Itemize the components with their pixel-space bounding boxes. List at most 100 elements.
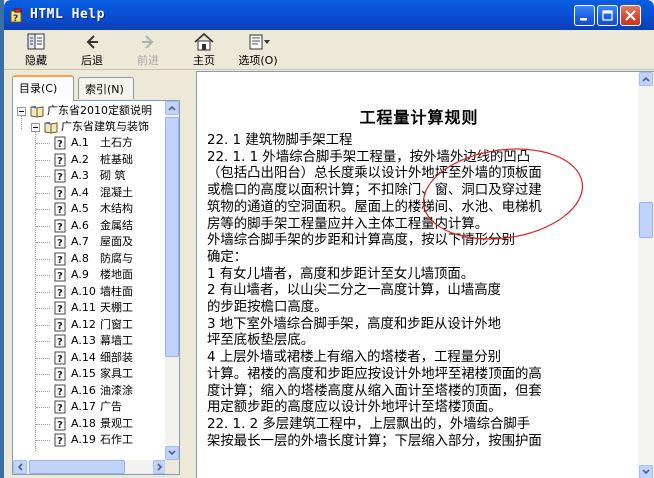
title-bar[interactable]: ? HTML Help [4, 0, 654, 30]
close-icon [625, 10, 636, 21]
svg-text:?: ? [57, 420, 63, 431]
tab-index-label: 索引(N) [85, 83, 124, 96]
tree-connector [36, 143, 50, 144]
contents-tree: 广东省2010定额说明 广东省建筑与装饰 ? A.1 土石方? A.2 桩基础? A.3 砌… [13, 101, 167, 460]
tree-vertical-scrollbar[interactable] [165, 101, 179, 460]
svg-text:?: ? [57, 156, 63, 167]
content-pane: 工程量计算规则 22. 1 建筑物脚手架工程 22. 1. 1 外墙综合脚手架工程… [196, 71, 654, 478]
options-label: 选项(O) [238, 54, 278, 67]
tree-item-code: A.12 [71, 317, 96, 331]
tree-connector [36, 407, 50, 408]
minimize-button[interactable] [574, 5, 595, 26]
help-page-icon: ? [54, 252, 66, 266]
tree-connector [36, 209, 50, 210]
scroll-left-button[interactable] [13, 460, 27, 474]
tree-item-label: 金属结 [100, 218, 133, 232]
svg-text:?: ? [57, 321, 63, 332]
svg-text:?: ? [57, 172, 63, 183]
tree-item-code: A.17 [71, 400, 96, 413]
document-line: 1 有女儿墙者，高度和步距计至女儿墙顶面。 [207, 266, 475, 282]
hide-button[interactable]: 隐藏 [18, 32, 54, 68]
tree-connector [36, 341, 50, 342]
tab-index[interactable]: 索引(N) [78, 77, 134, 99]
tree-item-label: 土石方 [100, 136, 133, 149]
home-button[interactable]: 主页 [186, 32, 222, 68]
tree-item-code: A.5 [71, 202, 89, 215]
chevron-down-icon [642, 469, 650, 475]
help-page-icon: ? [54, 268, 66, 282]
tree-item-label: 门窗工 [100, 317, 133, 331]
tree-horizontal-scrollbar[interactable] [13, 460, 167, 474]
scroll-down-button[interactable] [639, 465, 653, 478]
tree-item-label: 细部装 [100, 350, 133, 364]
tab-contents[interactable]: 目录(C) [12, 75, 74, 101]
scroll-thumb[interactable] [639, 202, 653, 238]
content-vertical-scrollbar[interactable] [638, 72, 654, 478]
hide-label: 隐藏 [25, 54, 47, 67]
forward-arrow-icon [142, 35, 154, 49]
document-line: 的步距按檐口高度。 [207, 300, 328, 315]
options-button[interactable]: 选项(O) [230, 32, 286, 68]
forward-button[interactable]: 前进 [130, 32, 166, 68]
collapse-icon[interactable] [31, 123, 40, 132]
scrollbar-corner [165, 460, 179, 474]
page-title: 工程量计算规则 [359, 108, 479, 127]
contents-tree-panel: 广东省2010定额说明 广东省建筑与装饰 ? A.1 土石方? A.2 桩基础? A.3 砌… [12, 100, 180, 475]
navigation-pane: 目录(C) 索引(N) 广东省2010定额说明 广东省建筑与装饰 ? A.1 土… [4, 71, 188, 478]
minimize-icon [580, 18, 587, 21]
tree-item-code: A.14 [71, 350, 96, 364]
tree-connector [36, 308, 50, 309]
tree-item-code: A.13 [71, 334, 96, 347]
document-line: 坪至底板垫层底。 [207, 333, 315, 349]
document-line: 度计算；缩入的塔楼高度从缩入面计至塔楼的顶面，但套 [207, 383, 542, 399]
chevron-left-icon [17, 463, 23, 471]
scroll-thumb[interactable] [165, 117, 179, 357]
chevron-up-icon [168, 105, 176, 111]
back-arrow-icon [86, 35, 98, 49]
tree-connector [36, 225, 50, 227]
tree-connector [36, 324, 50, 326]
help-page-icon: ? [54, 169, 66, 183]
svg-text:?: ? [57, 354, 63, 365]
svg-text:?: ? [57, 304, 63, 315]
svg-text:?: ? [57, 205, 63, 216]
tree-connector [36, 423, 50, 425]
tree-item-code: A.6 [71, 218, 89, 232]
tree-item-code: A.4 [71, 185, 89, 199]
tree-item-label: 砌 筑 [100, 169, 126, 182]
tree-item-label: 幕墙工 [100, 334, 133, 347]
tree-item-code: A.3 [71, 169, 89, 182]
scroll-up-button[interactable] [639, 72, 653, 86]
tree-item-label: 广东省2010定额说明 [47, 104, 152, 117]
tree-item-label: 广东省建筑与装饰 [61, 120, 149, 133]
document-content: 工程量计算规则 22. 1 建筑物脚手架工程 22. 1. 1 外墙综合脚手架工程… [207, 72, 631, 478]
book-open-icon [30, 106, 44, 118]
scroll-thumb[interactable] [29, 460, 125, 474]
maximize-button[interactable] [597, 5, 618, 26]
annotation-ellipse [422, 148, 584, 240]
scroll-down-button[interactable] [165, 446, 179, 460]
help-page-icon: ? [54, 202, 66, 216]
close-button[interactable] [620, 5, 641, 26]
pane-splitter[interactable] [188, 71, 196, 478]
document-line: 计算。裙楼的高度和步距应按设计外地坪至裙楼顶面的高 [207, 366, 542, 382]
back-button[interactable]: 后退 [74, 32, 110, 68]
tree-connector [36, 374, 50, 375]
tree-item-label: 防腐与 [100, 251, 133, 265]
document-line: 3 地下室外墙综合脚手架，高度和步距从设计外地 [207, 316, 501, 332]
svg-text:?: ? [57, 337, 63, 348]
help-page-icon: ? [54, 433, 66, 447]
svg-text:?: ? [57, 139, 63, 150]
tree-item-label: 桩基础 [100, 152, 133, 166]
tree-item-code: A.9 [71, 268, 89, 281]
tree-item-label: 石作工 [100, 433, 133, 446]
chevron-up-icon [642, 76, 650, 82]
tree-item-label: 楼地面 [100, 268, 133, 281]
tree-item-label: 天棚工 [100, 301, 133, 314]
tree-item-code: A.8 [71, 251, 89, 265]
scroll-up-button[interactable] [165, 101, 179, 115]
collapse-icon[interactable] [17, 107, 26, 116]
svg-text:?: ? [57, 288, 63, 299]
tree-connector [36, 159, 50, 161]
tree-connector [36, 192, 50, 194]
